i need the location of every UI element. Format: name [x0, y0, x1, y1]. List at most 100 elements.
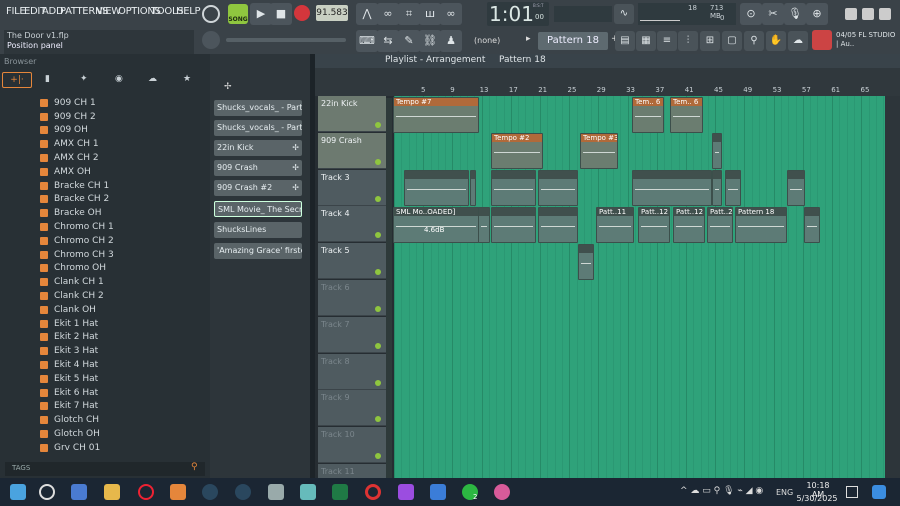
picker-item[interactable]: Shucks_vocals_ - Part_3 — [214, 100, 302, 116]
picker-item[interactable]: 'Amazing Grace' firstearli.. — [214, 243, 302, 259]
browser-item[interactable]: 909 CH 1 — [40, 96, 96, 110]
track-mute-icon[interactable] — [375, 453, 381, 460]
notifications-icon[interactable] — [846, 486, 858, 498]
browser-item[interactable]: Ekit 5 Hat — [40, 372, 98, 386]
picker-item[interactable]: ShucksLines — [214, 222, 302, 238]
maximize-icon[interactable] — [862, 8, 874, 20]
vertical-scrollbar[interactable] — [885, 96, 900, 478]
track-header[interactable]: Track 6 — [318, 280, 386, 316]
pattern-prev-icon[interactable]: ▸ — [526, 34, 534, 48]
discord-icon[interactable] — [494, 484, 510, 500]
game-icon[interactable] — [398, 484, 414, 500]
browser-item[interactable]: 909 CH 2 — [40, 110, 96, 124]
cut-icon[interactable]: ✂ — [762, 3, 784, 25]
opera-icon[interactable] — [138, 484, 154, 500]
browser-item[interactable]: Clank OH — [40, 303, 96, 317]
browser-item[interactable]: Ekit 2 Hat — [40, 331, 98, 345]
browser-all-tab[interactable]: +|· — [2, 72, 32, 88]
browser-item[interactable]: Grv CH 01 — [40, 441, 100, 455]
track-header[interactable]: 909 Crash — [318, 132, 386, 169]
track-header[interactable]: Track 3 — [318, 169, 386, 206]
track-scroll[interactable] — [386, 98, 392, 480]
song-mode-button[interactable]: SONG — [228, 4, 248, 24]
piano-roll-icon[interactable]: ≡ — [657, 31, 677, 51]
track-header[interactable]: Track 5 — [318, 243, 386, 280]
track-mute-icon[interactable] — [375, 122, 381, 128]
playlist-clip[interactable] — [712, 133, 722, 169]
picker-item[interactable]: Shucks_vocals_ - Part_1 — [214, 120, 302, 136]
browser-item[interactable]: Bracke CH 2 — [40, 193, 109, 207]
browser-item[interactable]: Ekit 1 Hat — [40, 317, 98, 331]
playlist-clip[interactable]: Patt..11 — [596, 207, 634, 243]
track-mute-icon[interactable] — [375, 416, 381, 423]
touch-icon[interactable]: ✋ — [766, 31, 786, 51]
playlist-clip[interactable] — [470, 170, 476, 206]
browser-item[interactable]: Ekit 6 Hat — [40, 386, 98, 400]
browser-icon[interactable]: ⊞ — [700, 31, 720, 51]
browser-item[interactable]: Bracke CH 1 — [40, 179, 109, 193]
browser-item[interactable]: Ekit 4 Hat — [40, 358, 98, 372]
picker-mode-icon[interactable]: ✢ — [224, 82, 232, 92]
stamp-icon[interactable]: ♟ — [440, 30, 462, 52]
picker-item[interactable]: 909 Crash #2 ✢ — [214, 180, 302, 196]
browser-item[interactable]: AMX CH 1 — [40, 137, 99, 151]
countdown-icon[interactable]: ∞ — [440, 3, 462, 25]
playlist-clip[interactable] — [478, 207, 490, 243]
master-pitch-slider[interactable] — [226, 38, 346, 42]
playlist-clip[interactable] — [538, 207, 578, 243]
project-icon[interactable]: ▢ — [722, 31, 742, 51]
steam2-icon[interactable] — [235, 484, 251, 500]
blend-notes-icon[interactable]: ш — [419, 3, 441, 25]
track-mute-icon[interactable] — [375, 158, 381, 165]
news-text[interactable]: 04/05 FL STUDIO | Au.. — [836, 31, 898, 49]
search-taskbar-icon[interactable] — [39, 484, 55, 500]
typing-keyboard-icon[interactable]: ⌨ — [356, 30, 378, 52]
browser-item[interactable]: Chromo CH 2 — [40, 234, 114, 248]
playlist-clip[interactable]: Tem.. 6 — [632, 97, 664, 133]
brush-icon[interactable]: ✎ — [398, 30, 420, 52]
record-button[interactable] — [294, 5, 310, 21]
plugin-database-icon[interactable]: ⚲ — [744, 31, 764, 51]
fl-studio-icon[interactable] — [170, 484, 186, 500]
browser-plugins-icon[interactable]: ✦ — [80, 74, 88, 84]
browser-item[interactable]: Glotch CH — [40, 413, 99, 427]
playlist-clip[interactable]: Tempo #7 — [393, 97, 479, 133]
app-icon[interactable] — [268, 484, 284, 500]
playlist-clip[interactable] — [404, 170, 469, 206]
link-icon[interactable]: ⛓ — [419, 30, 441, 52]
track-header[interactable]: Track 8 — [318, 353, 386, 390]
playlist-clip[interactable] — [491, 207, 536, 243]
record-app-icon[interactable] — [365, 484, 381, 500]
copilot-icon[interactable] — [872, 485, 886, 499]
online-icon[interactable]: ⊙ — [740, 3, 762, 25]
picker-item[interactable]: SML Movie_ The Secret D.. — [214, 201, 302, 217]
browser-item[interactable]: Bracke OH — [40, 206, 101, 220]
plugin-icon[interactable]: ⊕ — [806, 3, 828, 25]
channel-rack-icon[interactable]: ▦ — [636, 31, 656, 51]
track-mute-icon[interactable] — [375, 342, 381, 349]
steam-icon[interactable] — [202, 484, 218, 500]
browser-item[interactable]: Clank CH 1 — [40, 275, 104, 289]
playlist-clip[interactable] — [632, 170, 712, 206]
tempo-display[interactable]: 91.583 — [316, 5, 348, 21]
stop-button[interactable]: ■ — [270, 3, 292, 25]
playlist-clip[interactable] — [491, 170, 536, 206]
browser-item[interactable]: AMX CH 2 — [40, 151, 99, 165]
clock-date[interactable]: 5/30/2025 — [796, 494, 838, 503]
track-mute-icon[interactable] — [375, 232, 381, 239]
metronome-icon[interactable]: ⋀ — [356, 3, 378, 25]
browser-item[interactable]: Chromo OH — [40, 262, 106, 276]
browser-item[interactable]: AMX OH — [40, 165, 91, 179]
picker-item[interactable]: 22in Kick ✢ — [214, 140, 302, 156]
browser-item[interactable]: Ekit 3 Hat — [40, 344, 98, 358]
news-icon[interactable] — [812, 30, 832, 50]
time-display[interactable]: 1:01 00 B:S:T — [487, 2, 549, 26]
track-mute-icon[interactable] — [375, 306, 381, 312]
track-mute-icon[interactable] — [375, 195, 381, 202]
browser-item[interactable]: 909 OH — [40, 124, 88, 138]
track-header[interactable]: Track 10 — [318, 427, 386, 464]
ruler[interactable] — [315, 68, 900, 96]
browser-item[interactable]: Chromo CH 3 — [40, 248, 114, 262]
tags-bar[interactable]: TAGS ⚲ — [5, 462, 205, 476]
tray-icons[interactable]: ^ ☁ ▭ ⚲ 🎙 ⌁ ◢ ◉ — [680, 486, 763, 496]
